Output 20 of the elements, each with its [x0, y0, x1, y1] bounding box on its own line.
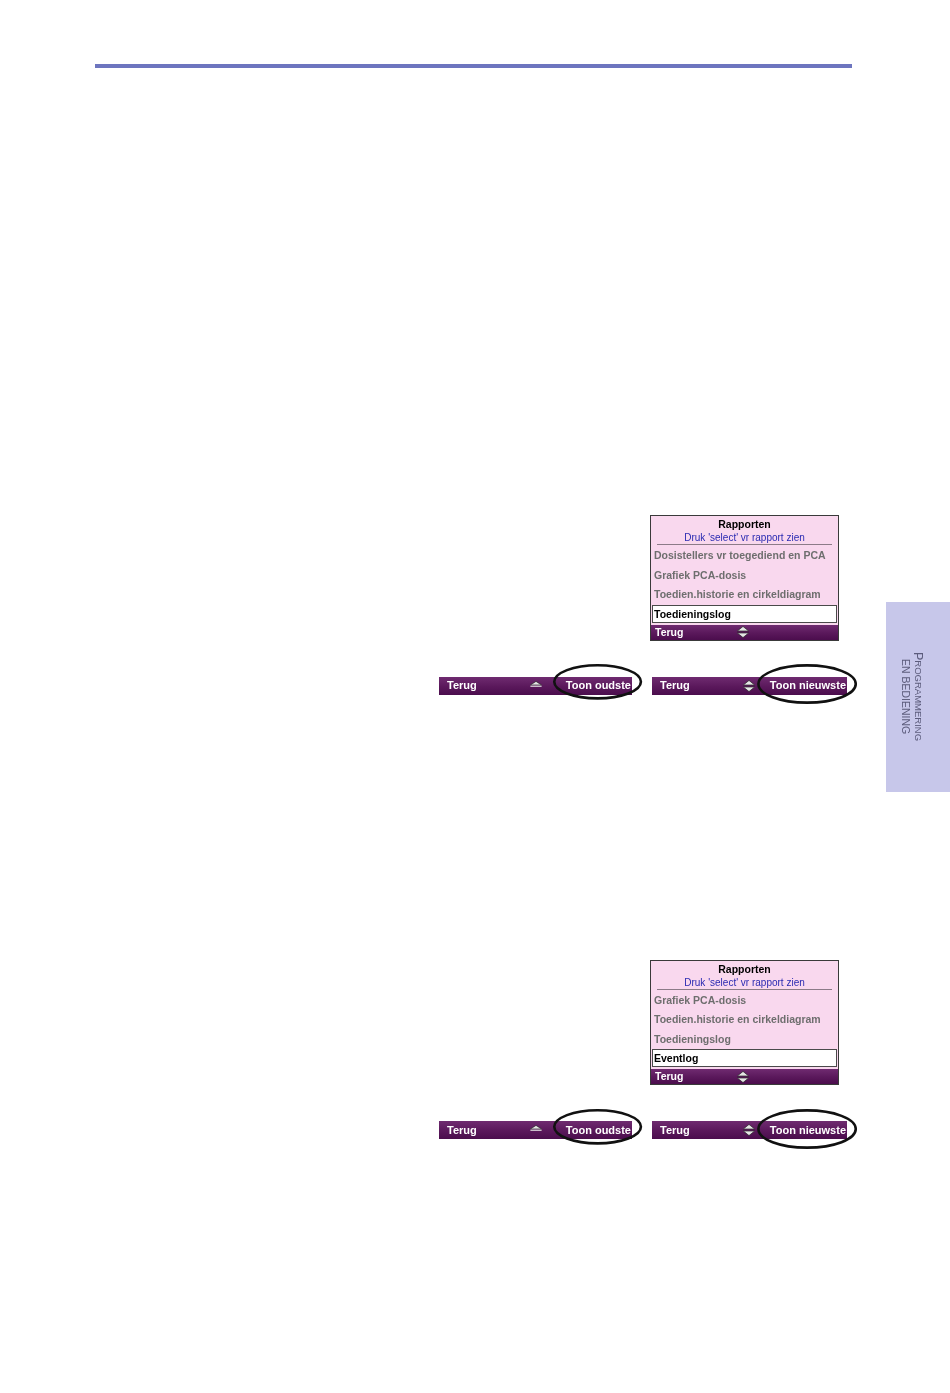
menu-item[interactable]: Grafiek PCA-dosis — [651, 565, 838, 585]
chapter-label: EN BEDIENING — [900, 658, 912, 737]
left-softkey[interactable]: Terug — [660, 1124, 690, 1136]
left-softkey[interactable]: Terug — [447, 1124, 477, 1136]
menu-item[interactable]: Toedieningslog — [652, 604, 837, 623]
menu-item[interactable]: Toedien.historie en cirkeldiagram — [651, 585, 838, 605]
screen-hint: Druk 'select' vr rapport zien — [684, 531, 805, 544]
menu-item[interactable]: Dosistellers vr toegediend en PCA — [651, 546, 838, 566]
menu-item[interactable]: Toedien.historie en cirkeldiagram — [651, 1010, 838, 1030]
menu-item[interactable]: Toedieningslog — [651, 1029, 838, 1049]
screen-title: Rapporten — [718, 517, 771, 531]
screen-title: Rapporten — [718, 961, 771, 976]
menu-item[interactable]: Grafiek PCA-dosis — [651, 990, 838, 1010]
left-softkey[interactable]: Terug — [447, 680, 477, 691]
screen-hint: Druk 'select' vr rapport zien — [684, 975, 805, 989]
chapter-label: PROGRAMMERING — [912, 652, 924, 742]
menu-item[interactable]: Eventlog — [652, 1049, 837, 1067]
left-softkey[interactable]: Terug — [660, 680, 690, 691]
left-softkey[interactable]: Terug — [655, 1071, 684, 1082]
left-softkey[interactable]: Terug — [655, 626, 684, 638]
